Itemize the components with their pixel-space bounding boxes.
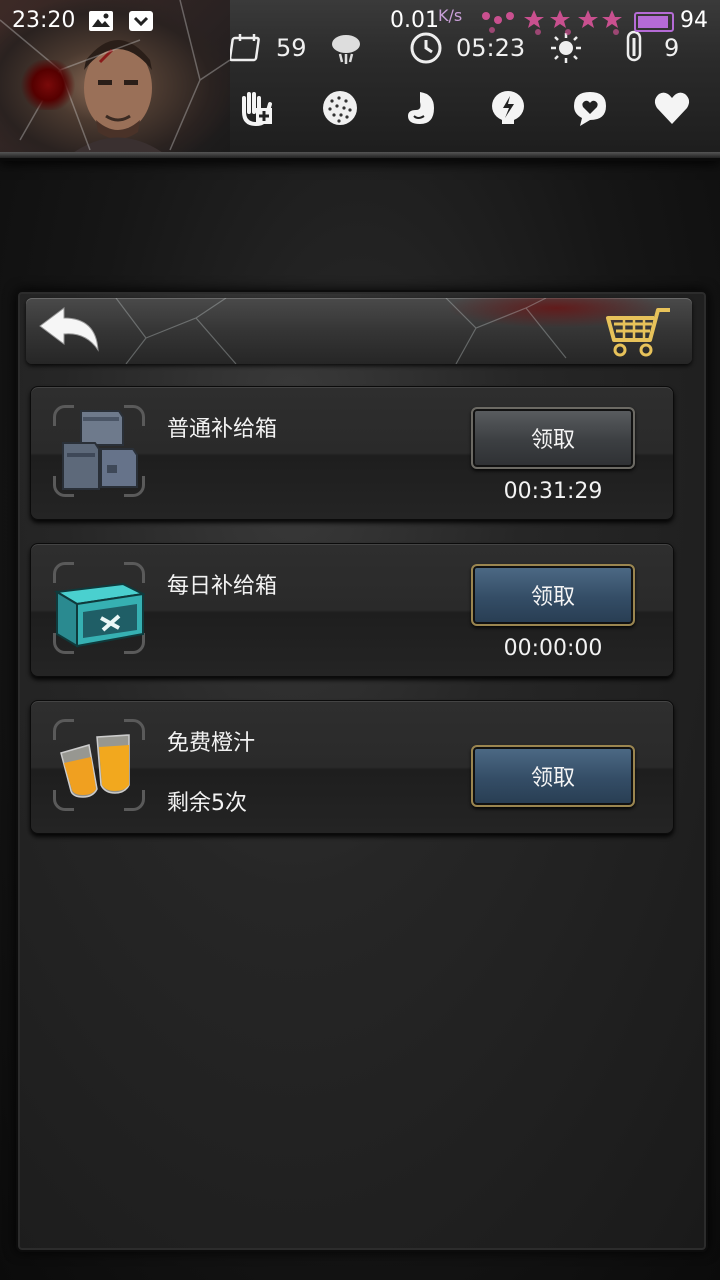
hunger-icon[interactable] [402, 88, 442, 128]
supply-row-normal: 普通补给箱 领取 00:31:29 [30, 386, 674, 520]
item-slot [53, 562, 145, 654]
status-bar: 23:20 0.01 K/s 94 [0, 0, 720, 44]
item-title: 普通补给箱 [167, 417, 278, 442]
ammo-crates-icon [62, 410, 138, 490]
supply-chest-icon [53, 582, 145, 648]
claim-button[interactable]: 领取 [471, 564, 635, 626]
heart-icon[interactable] [652, 88, 692, 128]
supply-row-juice: 免费橙汁 剩余5次 领取 [30, 700, 674, 834]
back-button[interactable] [36, 304, 104, 358]
flower-decoration-icon [482, 10, 622, 35]
supply-row-daily: 每日补给箱 领取 00:00:00 [30, 543, 674, 677]
item-title: 免费橙汁 [167, 731, 256, 756]
battery-icon [634, 12, 674, 32]
cooldown-timer: 00:31:29 [503, 479, 603, 504]
item-slot [53, 405, 145, 497]
status-time: 23:20 [12, 8, 76, 33]
network-speed-unit: K/s [438, 6, 463, 25]
network-speed: 0.01 [390, 8, 439, 33]
remaining-count: 剩余5次 [167, 791, 247, 816]
health-icon[interactable] [236, 88, 276, 128]
blood-splatter [18, 60, 78, 110]
cooldown-timer: 00:00:00 [503, 636, 603, 661]
orange-juice-icon [60, 734, 130, 798]
app-notification-icon [129, 11, 153, 31]
battery-level: 94 [680, 8, 708, 33]
shopping-cart-icon [606, 308, 670, 357]
item-slot [53, 719, 145, 811]
back-arrow-icon [39, 307, 99, 352]
item-title: 每日补给箱 [167, 574, 278, 599]
cracked-glass-decoration [115, 298, 567, 364]
image-notification-icon [89, 11, 113, 31]
shop-button[interactable] [600, 304, 676, 362]
claim-button[interactable]: 领取 [471, 407, 635, 469]
battery-fill [638, 16, 668, 28]
infection-icon[interactable] [320, 88, 360, 128]
energy-icon[interactable] [488, 88, 528, 128]
game-screen: 59 05:23 9 23:20 0.01 K/s 94 普通补给箱 领取 00… [0, 0, 720, 1280]
mood-icon[interactable] [570, 88, 610, 128]
claim-button[interactable]: 领取 [471, 745, 635, 807]
panel-toolbar [26, 298, 692, 364]
